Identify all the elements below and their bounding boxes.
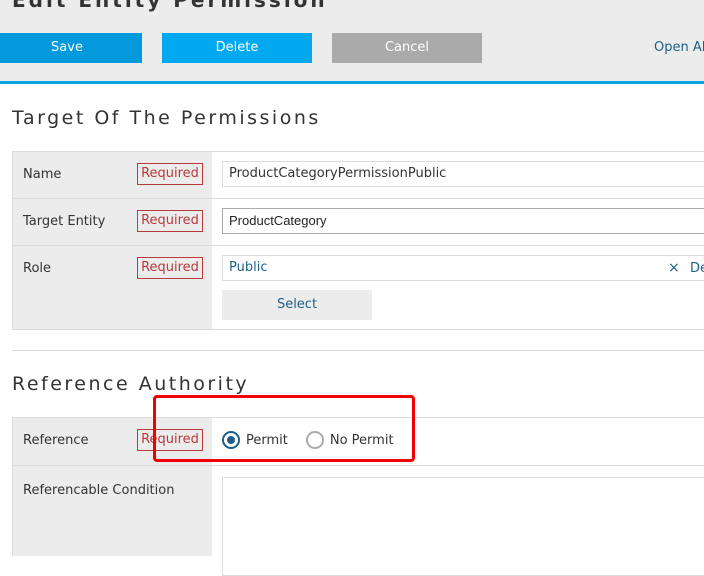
target-entity-value-cell: ProductCategory [212,199,704,245]
condition-label-cell: Referencable Condition [12,466,212,556]
page-header: Edit Entity Permission Save Delete Cance… [0,0,704,84]
target-entity-label-cell: Target Entity Required [12,199,212,245]
save-button[interactable]: Save [0,33,142,63]
no-permit-radio[interactable] [305,431,324,449]
condition-value-cell [212,466,704,576]
clear-icon[interactable]: × [668,260,680,276]
section-title-reference: Reference Authority [12,373,250,395]
referencable-condition-row: Referencable Condition [12,466,704,576]
required-badge: Required [137,210,203,232]
target-entity-row: Target Entity Required ProductCategory [12,199,704,246]
role-label-cell: Role Required [12,246,212,329]
target-entity-label: Target Entity [23,214,106,229]
reference-value-cell: Permit No Permit [212,418,704,465]
condition-label: Referencable Condition [23,483,175,498]
section-divider [12,350,704,351]
reference-label: Reference [23,433,89,448]
section-title-target: Target Of The Permissions [12,107,321,129]
name-row: Name Required ProductCategoryPermissionP… [12,152,704,199]
name-label-cell: Name Required [12,152,212,198]
role-value-cell: Public × De Select [212,246,704,329]
required-badge: Required [137,429,203,451]
role-row: Role Required Public × De Select [12,246,704,330]
reference-label-cell: Reference Required [12,418,212,465]
role-label: Role [23,261,52,276]
name-label: Name [23,167,62,182]
required-badge: Required [137,163,203,185]
role-input: Public [222,255,704,281]
condition-textarea[interactable] [222,477,704,576]
permit-label[interactable]: Permit [246,433,288,448]
select-role-button[interactable]: Select [222,290,372,320]
name-input[interactable]: ProductCategoryPermissionPublic [222,161,704,187]
reference-row: Reference Required Permit No Permit [12,418,704,466]
open-all-link[interactable]: Open All [654,40,704,55]
name-value-cell: ProductCategoryPermissionPublic [212,152,704,198]
role-value: Public [229,260,268,275]
target-entity-select[interactable]: ProductCategory [222,208,704,234]
permit-radio[interactable] [222,431,240,449]
delete-button[interactable]: Delete [162,33,312,63]
page-title: Edit Entity Permission [12,0,328,12]
required-badge: Required [137,257,203,279]
target-form-table: Name Required ProductCategoryPermissionP… [12,151,704,330]
reference-radio-group: Permit No Permit [222,431,412,449]
delete-role-link[interactable]: De [690,261,704,276]
no-permit-label[interactable]: No Permit [330,433,394,448]
cancel-button[interactable]: Cancel [332,33,482,63]
reference-form-table: Reference Required Permit No Permit Refe… [12,417,704,576]
